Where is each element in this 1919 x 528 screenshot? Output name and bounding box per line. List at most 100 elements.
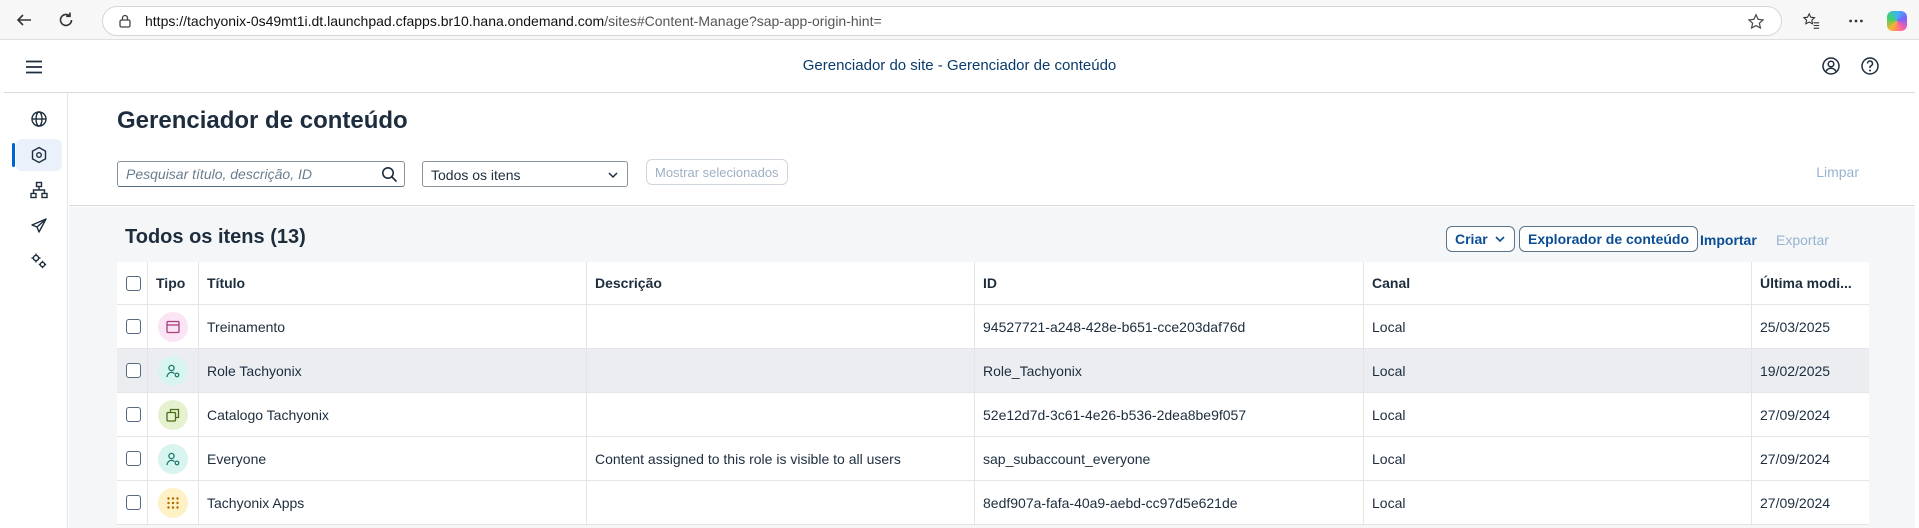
description-cell: Content assigned to this role is visible… [587, 437, 975, 480]
table-title: Todos os itens (13) [125, 226, 306, 248]
type-cell [148, 437, 199, 480]
user-profile-icon[interactable] [1820, 55, 1842, 77]
page-type-icon [158, 311, 188, 342]
reload-icon [59, 12, 73, 26]
import-button[interactable]: Importar [1700, 232, 1757, 248]
column-header-type[interactable]: Tipo [148, 262, 199, 304]
content-explorer-label: Explorador de conteúdo [1528, 231, 1690, 247]
create-button[interactable]: Criar [1446, 226, 1515, 252]
title-cell[interactable]: Everyone [199, 437, 587, 480]
more-menu-button[interactable] [1843, 8, 1869, 34]
title-cell[interactable]: Tachyonix Apps [199, 481, 587, 524]
description-cell [587, 481, 975, 524]
column-header-id[interactable]: ID [975, 262, 1364, 304]
column-header-description[interactable]: Descrição [587, 262, 975, 304]
content-area: Todos os itens (13) Criar Explorador de … [69, 207, 1915, 528]
search-field[interactable] [117, 161, 405, 187]
row-checkbox[interactable] [126, 451, 141, 466]
help-icon[interactable] [1859, 55, 1881, 77]
nav-settings[interactable] [16, 245, 62, 277]
title-cell[interactable]: Treinamento [199, 305, 587, 348]
channel-cell: Local [1364, 305, 1752, 348]
id-cell: Role_Tachyonix [975, 349, 1364, 392]
row-select-cell [117, 305, 148, 348]
type-cell [148, 481, 199, 524]
address-bar[interactable]: https://tachyonix-0s49mt1i.dt.launchpad.… [102, 6, 1782, 36]
description-cell [587, 349, 975, 392]
channel-cell: Local [1364, 437, 1752, 480]
type-cell [148, 305, 199, 348]
modified-cell: 27/09/2024 [1760, 494, 1831, 511]
shell-title: Gerenciador do site - Gerenciador de con… [802, 57, 1117, 74]
row-checkbox[interactable] [126, 407, 141, 422]
content-explorer-button[interactable]: Explorador de conteúdo [1519, 226, 1699, 252]
modified-cell: 27/09/2024 [1760, 450, 1831, 467]
select-all-checkbox[interactable] [126, 275, 141, 291]
table-row[interactable]: Role Tachyonix Role_Tachyonix Local 19/0… [117, 349, 1869, 393]
reload-button[interactable] [48, 2, 84, 38]
type-cell [148, 349, 199, 392]
filter-select[interactable]: Todos os itens [422, 161, 628, 187]
column-header-channel[interactable]: Canal [1364, 262, 1752, 304]
select-all-cell [117, 262, 148, 304]
table-row[interactable]: Catalogo Tachyonix 52e12d7d-3c61-4e26-b5… [117, 393, 1869, 437]
table-row[interactable]: Tachyonix Apps 8edf907a-fafa-40a9-aebd-c… [117, 481, 1869, 525]
type-cell [148, 393, 199, 436]
favorite-star-icon[interactable] [1747, 13, 1765, 31]
row-select-cell [117, 393, 148, 436]
id-cell: 94527721-a248-428e-b651-cce203daf76d [975, 305, 1364, 348]
search-input[interactable] [118, 162, 368, 186]
copilot-icon [1887, 11, 1907, 31]
nav-content-manager[interactable] [12, 139, 62, 171]
title-cell[interactable]: Role Tachyonix [199, 349, 587, 392]
chevron-down-icon [1495, 236, 1505, 243]
back-button[interactable] [6, 2, 42, 38]
id-cell: 52e12d7d-3c61-4e26-b536-2dea8be9f057 [975, 393, 1364, 436]
url-path: /sites#Content-Manage?sap-app-origin-hin… [604, 13, 882, 29]
show-selected-button[interactable]: Mostrar selecionados [646, 159, 788, 185]
clear-link[interactable]: Limpar [1816, 164, 1859, 180]
favorites-button[interactable] [1798, 8, 1824, 34]
url-host: https://tachyonix-0s49mt1i.dt.launchpad.… [145, 13, 605, 29]
role-type-icon [158, 355, 188, 386]
group-type-icon [158, 487, 188, 518]
table-row[interactable]: Everyone Content assigned to this role i… [117, 437, 1869, 481]
id-cell: 8edf907a-fafa-40a9-aebd-cc97d5e621de [975, 481, 1364, 524]
column-header-last-modified[interactable]: Última modi... [1752, 262, 1869, 304]
filter-select-value: Todos os itens [431, 167, 521, 183]
modified-cell: 19/02/2025 [1760, 362, 1831, 379]
url-text: https://tachyonix-0s49mt1i.dt.launchpad.… [145, 13, 882, 29]
back-arrow-icon [16, 13, 31, 26]
description-cell [587, 305, 975, 348]
row-checkbox[interactable] [126, 495, 141, 510]
org-chart-icon [30, 181, 48, 199]
row-checkbox[interactable] [126, 363, 141, 378]
copilot-button[interactable] [1884, 8, 1910, 34]
row-select-cell [117, 437, 148, 480]
column-header-title[interactable]: Título [199, 262, 587, 304]
nav-hierarchy[interactable] [16, 174, 62, 206]
favorites-list-icon [1802, 12, 1820, 29]
channel-cell: Local [1364, 481, 1752, 524]
title-cell[interactable]: Catalogo Tachyonix [199, 393, 587, 436]
row-checkbox[interactable] [126, 319, 141, 334]
gears-icon [31, 253, 47, 269]
page-title: Gerenciador de conteúdo [117, 107, 408, 134]
create-button-label: Criar [1455, 231, 1488, 247]
channel-cell: Local [1364, 349, 1752, 392]
export-button[interactable]: Exportar [1776, 232, 1829, 248]
modified-cell: 25/03/2025 [1760, 318, 1831, 335]
site-info-icon[interactable] [117, 13, 133, 29]
browser-toolbar: https://tachyonix-0s49mt1i.dt.launchpad.… [0, 0, 1919, 40]
channel-cell: Local [1364, 393, 1752, 436]
shell-header: Gerenciador do site - Gerenciador de con… [4, 41, 1915, 93]
row-select-cell [117, 481, 148, 524]
search-icon[interactable] [381, 166, 398, 183]
ellipsis-icon [1849, 19, 1863, 23]
id-cell: sap_subaccount_everyone [975, 437, 1364, 480]
table-row[interactable]: Treinamento 94527721-a248-428e-b651-cce2… [117, 305, 1869, 349]
nav-sites[interactable] [16, 103, 62, 135]
nav-channels[interactable] [16, 210, 62, 242]
modified-cell: 27/09/2024 [1760, 406, 1831, 423]
table-header-row: Tipo Título Descrição ID Canal Última mo… [117, 262, 1869, 305]
